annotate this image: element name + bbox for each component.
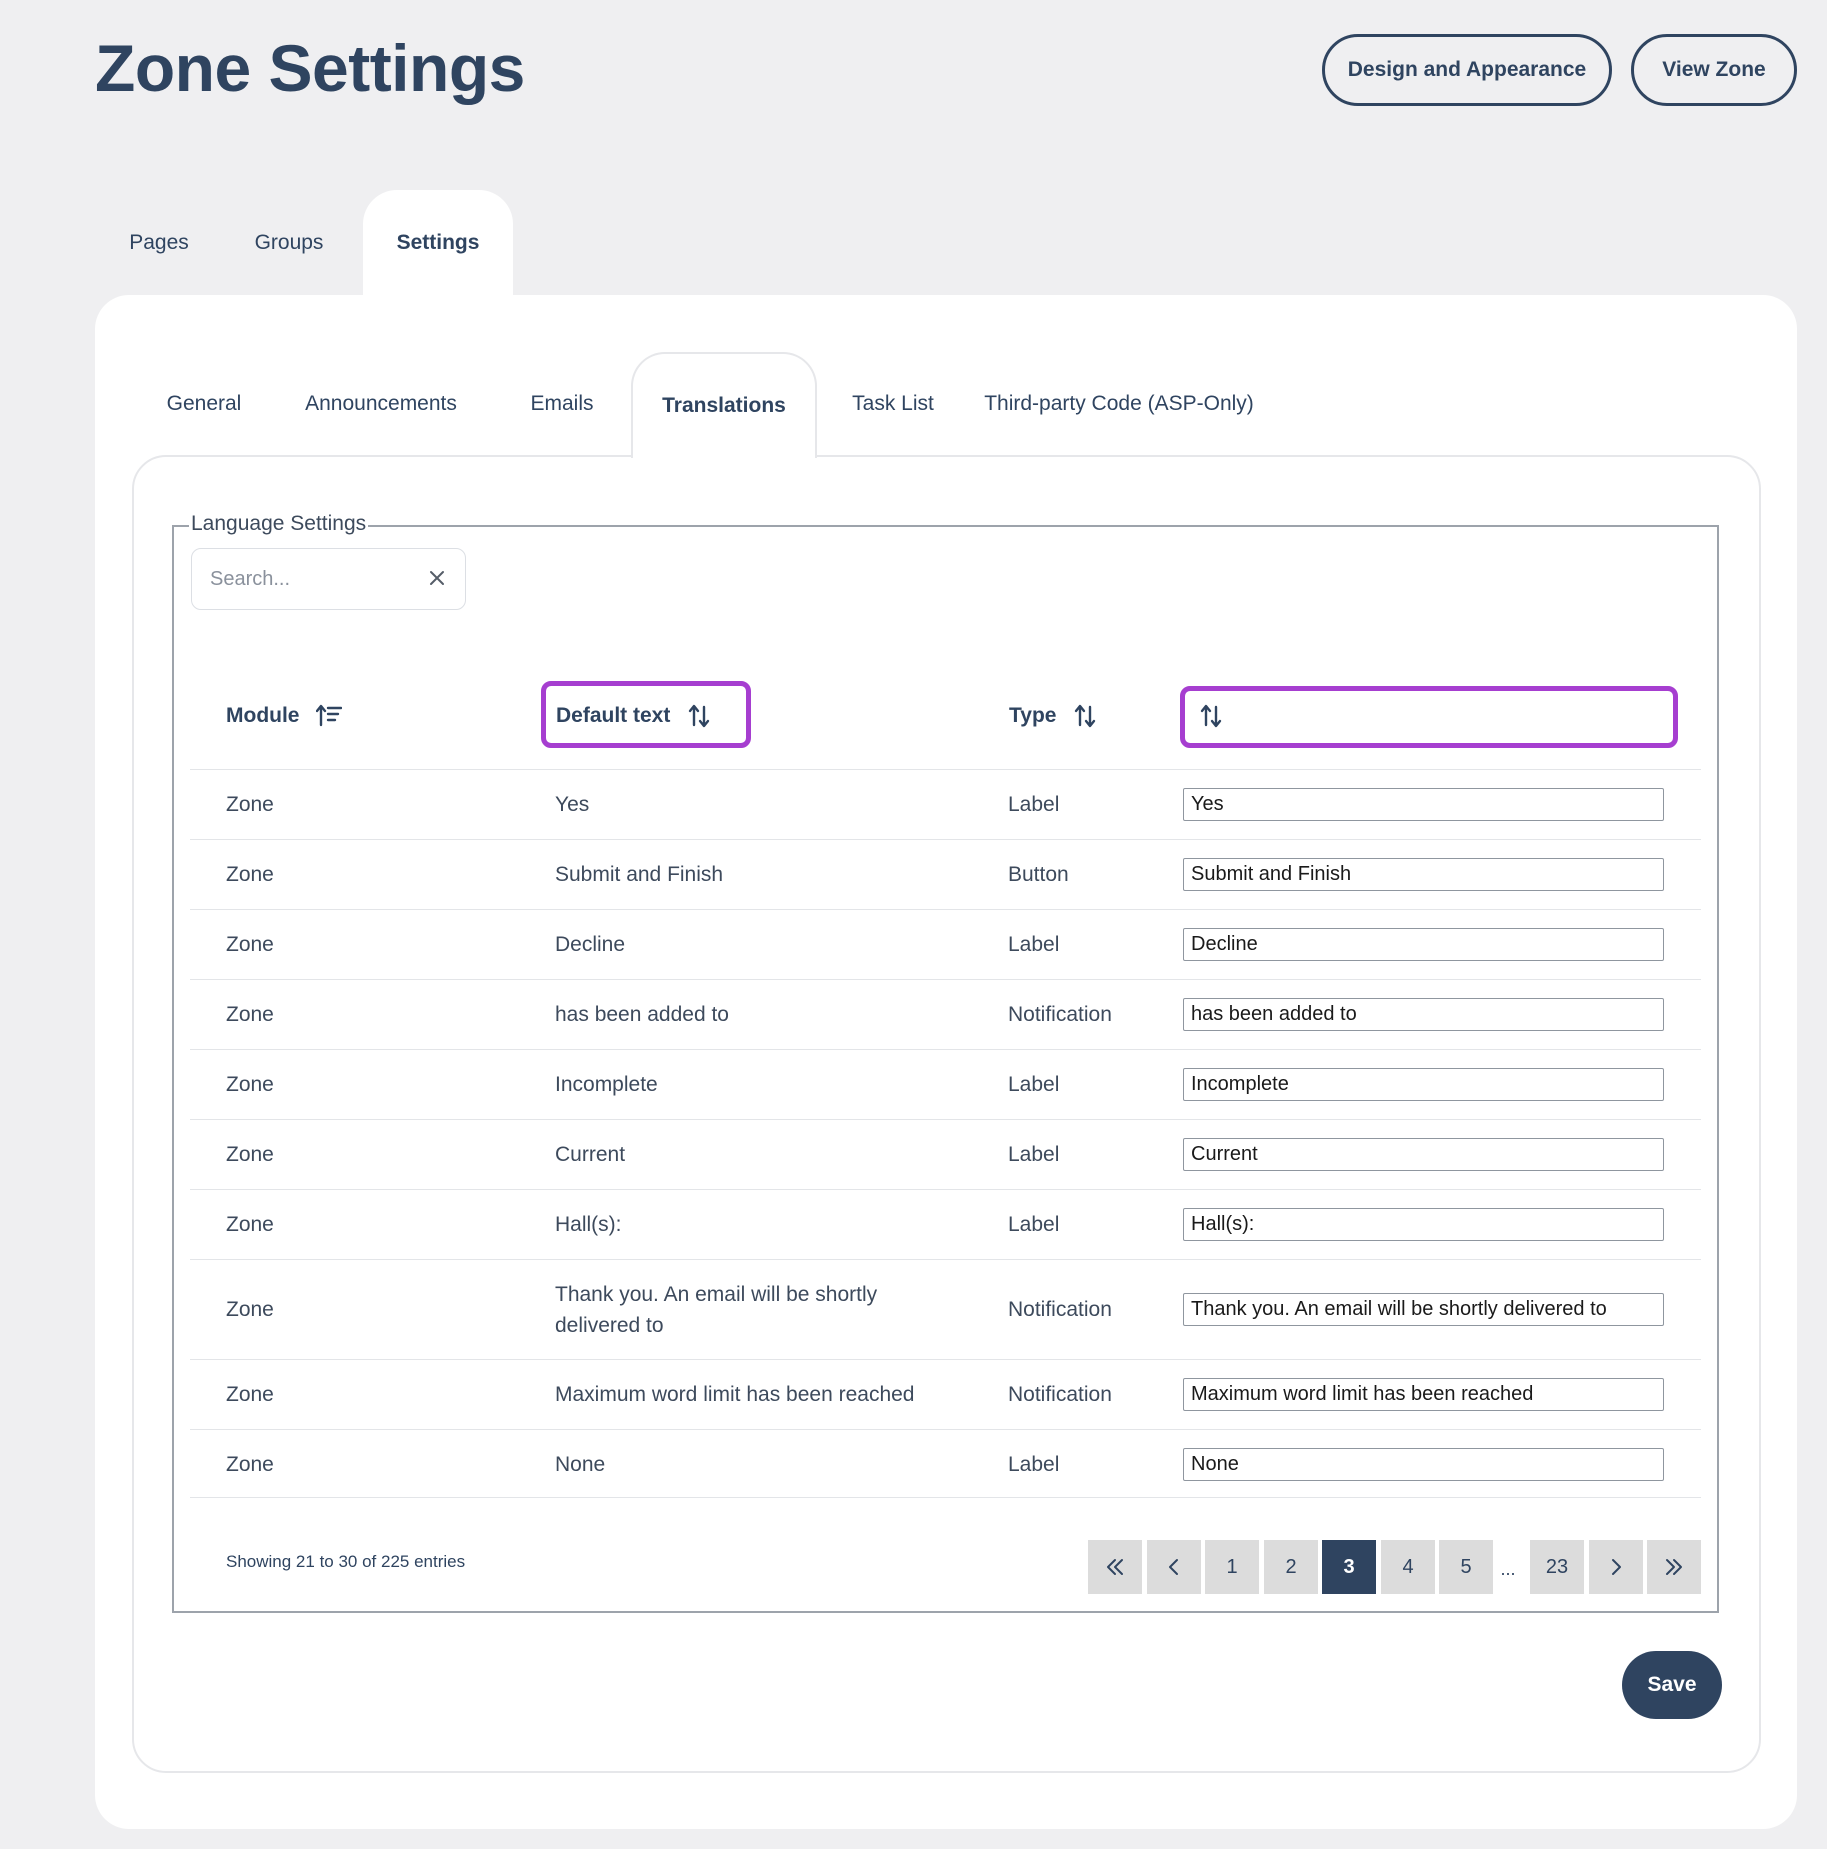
cell-default-text: None xyxy=(555,1453,606,1476)
translation-input[interactable] xyxy=(1183,1448,1664,1481)
tab-general[interactable]: General xyxy=(132,352,276,456)
table-row: Zone Hall(s): Label xyxy=(190,1189,1701,1259)
column-header-type[interactable]: Type xyxy=(1009,692,1098,740)
tab-third-party-code[interactable]: Third-party Code (ASP-Only) xyxy=(969,352,1269,456)
translation-input[interactable] xyxy=(1183,1378,1664,1411)
table-row: Zone has been added to Notification xyxy=(190,979,1701,1049)
table-row: Zone Decline Label xyxy=(190,909,1701,979)
column-header-default-text[interactable]: Default text xyxy=(556,692,712,740)
cell-module: Zone xyxy=(226,1297,274,1321)
last-page-button[interactable] xyxy=(1647,1540,1701,1594)
cell-type: Label xyxy=(1008,1212,1060,1236)
cell-default-text: Current xyxy=(555,1143,626,1166)
cell-type: Label xyxy=(1008,1072,1060,1096)
cell-type: Notification xyxy=(1008,1382,1112,1406)
translation-input[interactable] xyxy=(1183,998,1664,1031)
cell-module: Zone xyxy=(226,1212,274,1236)
close-icon[interactable] xyxy=(425,566,449,590)
page-button-2[interactable]: 2 xyxy=(1264,1540,1318,1594)
cell-type: Label xyxy=(1008,1142,1060,1166)
table-row: Zone Yes Label xyxy=(190,769,1701,839)
translation-input[interactable] xyxy=(1183,788,1664,821)
pagination-ellipsis: ... xyxy=(1500,1559,1516,1579)
page-title: Zone Settings xyxy=(95,31,525,105)
search-input[interactable] xyxy=(210,567,430,591)
column-header-module[interactable]: Module xyxy=(226,692,342,740)
tab-pages[interactable]: Pages xyxy=(95,190,223,296)
cell-module: Zone xyxy=(226,932,274,956)
table-row: Zone Submit and Finish Button xyxy=(190,839,1701,909)
cell-default-text: Submit and Finish xyxy=(555,863,724,886)
table-row: Zone Current Label xyxy=(190,1119,1701,1189)
sort-icon[interactable] xyxy=(686,703,712,729)
translation-input[interactable] xyxy=(1183,858,1664,891)
cell-module: Zone xyxy=(226,1142,274,1166)
sort-icon[interactable] xyxy=(1198,703,1224,729)
column-header-translation[interactable] xyxy=(1184,692,1224,740)
entries-info: Showing 21 to 30 of 225 entries xyxy=(226,1552,466,1571)
translation-input[interactable] xyxy=(1183,1138,1664,1171)
table-row: Zone Maximum word limit has been reached… xyxy=(190,1359,1701,1429)
cell-type: Label xyxy=(1008,792,1060,816)
table-row: Zone None Label xyxy=(190,1429,1701,1499)
cell-type: Label xyxy=(1008,932,1060,956)
cell-module: Zone xyxy=(226,1002,274,1026)
table-divider xyxy=(190,1497,1701,1498)
table-row: Zone Incomplete Label xyxy=(190,1049,1701,1119)
column-header-label: Module xyxy=(226,704,300,727)
page-button-3[interactable]: 3 xyxy=(1322,1540,1376,1594)
double-chevron-left-icon xyxy=(1107,1559,1123,1575)
next-page-button[interactable] xyxy=(1589,1540,1643,1594)
sort-icon[interactable] xyxy=(1072,703,1098,729)
cell-default-text: Decline xyxy=(555,933,626,956)
cell-default-text: Hall(s): xyxy=(555,1213,622,1236)
cell-module: Zone xyxy=(226,1382,274,1406)
cell-type: Notification xyxy=(1008,1297,1112,1321)
translation-input[interactable] xyxy=(1183,1293,1664,1326)
cell-default-text: Thank you. An email will be shortly deli… xyxy=(555,1282,878,1337)
tab-task-list[interactable]: Task List xyxy=(817,352,969,456)
cell-type: Button xyxy=(1008,862,1069,886)
tab-announcements[interactable]: Announcements xyxy=(276,352,486,456)
translation-input[interactable] xyxy=(1183,928,1664,961)
cell-module: Zone xyxy=(226,1072,274,1096)
cell-type: Label xyxy=(1008,1452,1060,1476)
cell-module: Zone xyxy=(226,862,274,886)
cell-default-text: Maximum word limit has been reached xyxy=(555,1383,915,1406)
page-button-4[interactable]: 4 xyxy=(1381,1540,1435,1594)
chevron-right-icon xyxy=(1612,1559,1621,1575)
design-and-appearance-button[interactable]: Design and Appearance xyxy=(1322,34,1612,106)
first-page-button[interactable] xyxy=(1088,1540,1142,1594)
cell-module: Zone xyxy=(226,1452,274,1476)
translation-input[interactable] xyxy=(1183,1068,1664,1101)
tab-settings[interactable]: Settings xyxy=(363,190,513,296)
translation-input[interactable] xyxy=(1183,1208,1664,1241)
column-header-label: Type xyxy=(1009,704,1057,727)
cell-type: Notification xyxy=(1008,1002,1112,1026)
sort-ascending-icon[interactable] xyxy=(315,703,342,729)
cell-default-text: Yes xyxy=(555,793,590,816)
page-button-5[interactable]: 5 xyxy=(1439,1540,1493,1594)
page-button-last[interactable]: 23 xyxy=(1530,1540,1584,1594)
column-header-label: Default text xyxy=(556,704,671,727)
tab-groups[interactable]: Groups xyxy=(223,190,355,296)
language-settings-legend: Language Settings xyxy=(189,512,369,536)
view-zone-button[interactable]: View Zone xyxy=(1631,34,1797,106)
double-chevron-right-icon xyxy=(1666,1559,1682,1575)
chevron-left-icon xyxy=(1169,1559,1178,1575)
table-row: Zone Thank you. An email will be shortly… xyxy=(190,1259,1701,1359)
tab-emails[interactable]: Emails xyxy=(486,352,638,456)
save-button[interactable]: Save xyxy=(1622,1651,1722,1719)
previous-page-button[interactable] xyxy=(1147,1540,1201,1594)
search-box xyxy=(191,548,466,610)
tab-translations[interactable]: Translations xyxy=(631,352,817,458)
cell-module: Zone xyxy=(226,792,274,816)
cell-default-text: Incomplete xyxy=(555,1073,658,1096)
page-button-1[interactable]: 1 xyxy=(1205,1540,1259,1594)
cell-default-text: has been added to xyxy=(555,1003,729,1026)
